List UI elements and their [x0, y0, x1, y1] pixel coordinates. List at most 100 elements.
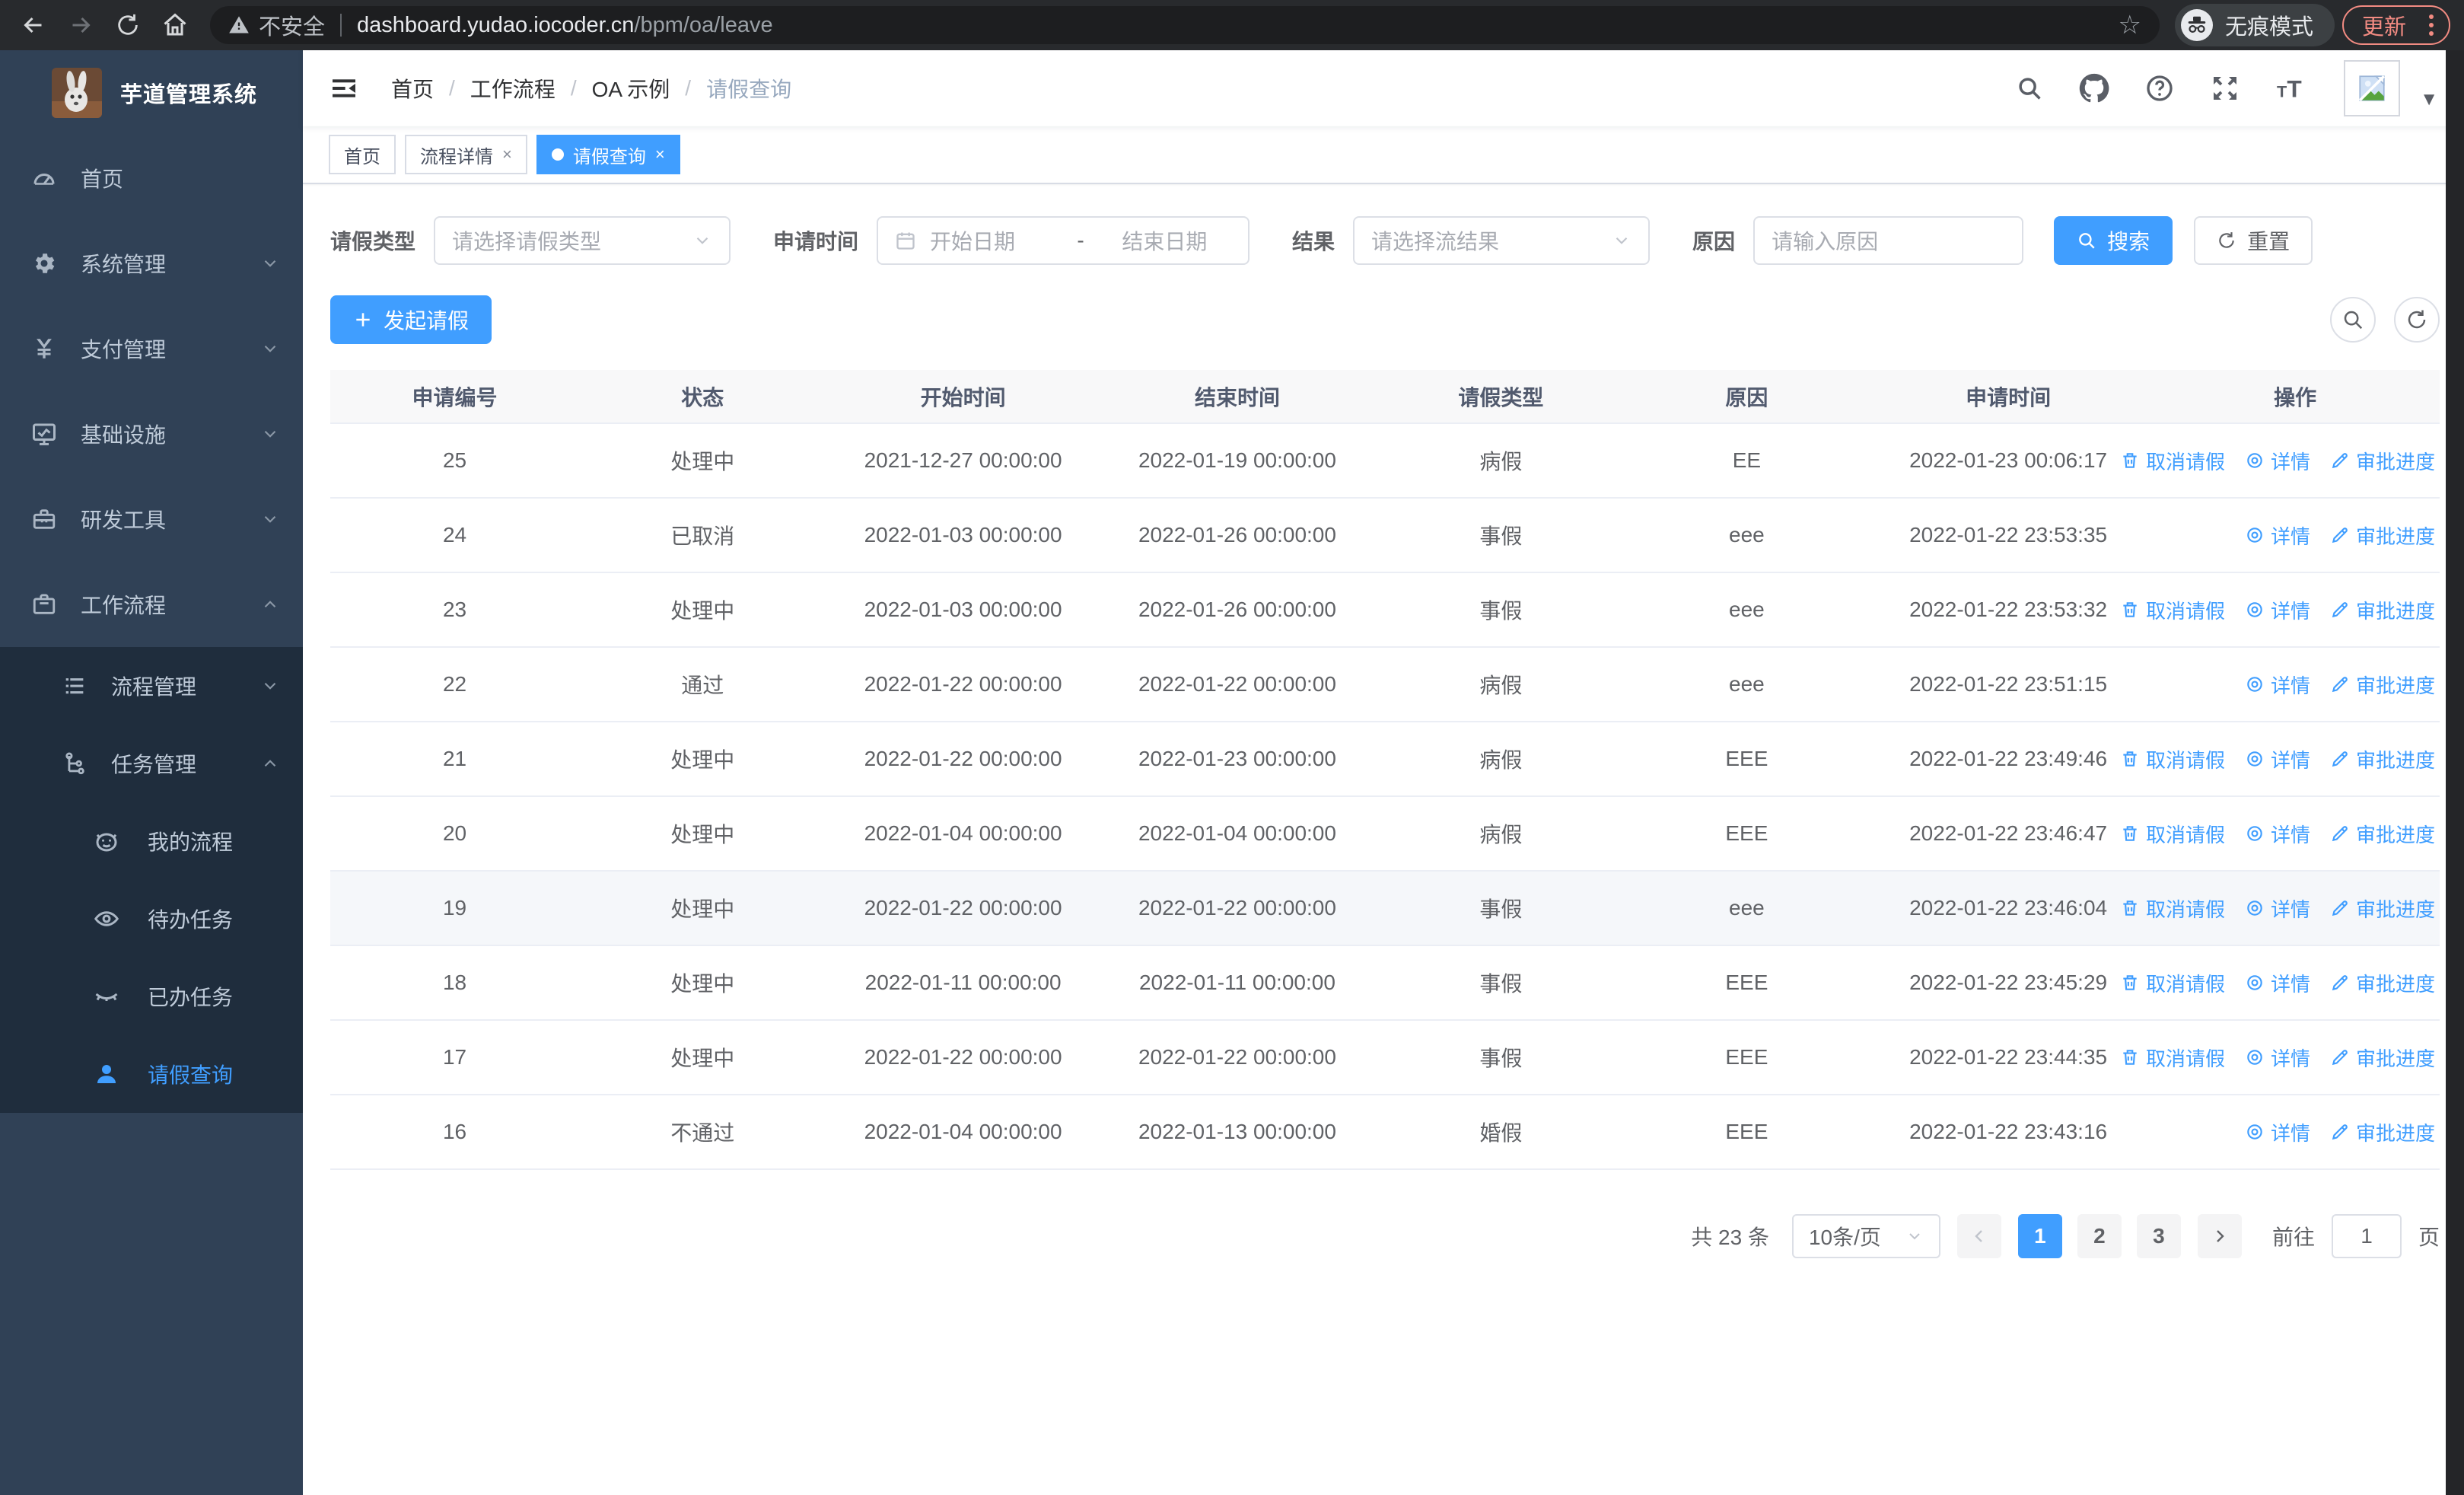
leave-type-select[interactable]: 请选择请假类型 [434, 216, 731, 265]
security-status[interactable]: 不安全 [228, 9, 325, 41]
trash-icon [2120, 451, 2140, 470]
cancel-action-link[interactable]: 取消请假 [2120, 820, 2225, 848]
back-icon[interactable] [14, 5, 53, 45]
detail-action-link[interactable]: 详情 [2245, 969, 2310, 997]
toggle-search-button[interactable] [2330, 297, 2376, 343]
progress-action-link[interactable]: 审批进度 [2330, 521, 2435, 550]
cancel-action-link[interactable]: 取消请假 [2120, 745, 2225, 773]
progress-action-link[interactable]: 审批进度 [2330, 969, 2435, 997]
page-button-2[interactable]: 2 [2077, 1214, 2122, 1258]
cancel-action-link[interactable]: 取消请假 [2120, 596, 2225, 624]
sidebar-item-工作流程[interactable]: 工作流程 [0, 562, 303, 647]
sidebar-item-label: 已办任务 [148, 986, 234, 1009]
sidebar-item-已办任务[interactable]: 已办任务 [0, 958, 303, 1035]
reason-input[interactable]: 请输入原因 [1753, 216, 2024, 265]
sidebar-item-我的流程[interactable]: 我的流程 [0, 802, 303, 880]
page-size-select[interactable]: 10条/页 [1791, 1214, 1940, 1258]
cancel-action-link[interactable]: 取消请假 [2120, 969, 2225, 997]
detail-action-link[interactable]: 详情 [2245, 745, 2310, 773]
avatar[interactable] [2344, 60, 2401, 116]
tab-流程详情[interactable]: 流程详情 × [405, 135, 527, 174]
column-header-请假类型: 请假类型 [1374, 370, 1628, 424]
update-button[interactable]: 更新 [2341, 5, 2450, 45]
cell-status: 通过 [579, 647, 826, 722]
sidebar-item-流程管理[interactable]: 流程管理 [0, 647, 303, 725]
detail-action-link[interactable]: 详情 [2245, 1044, 2310, 1072]
pagination-total: 共 23 条 [1691, 1226, 1769, 1249]
detail-action-link[interactable]: 详情 [2245, 447, 2310, 475]
detail-action-link[interactable]: 详情 [2245, 596, 2310, 624]
sidebar-item-label: 任务管理 [111, 753, 197, 776]
font-size-icon[interactable]: TT [2275, 73, 2309, 104]
page-button-3[interactable]: 3 [2136, 1214, 2181, 1258]
menu-dots-icon[interactable] [2421, 14, 2441, 36]
search-button[interactable]: 搜索 [2054, 216, 2173, 265]
sidebar-item-请假查询[interactable]: 请假查询 [0, 1035, 303, 1113]
cancel-action-link[interactable]: 取消请假 [2120, 1044, 2225, 1072]
breadcrumb-item[interactable]: 首页 [391, 73, 434, 104]
breadcrumb-separator: / [685, 76, 692, 100]
detail-action-link[interactable]: 详情 [2245, 820, 2310, 848]
edit-icon [2330, 451, 2350, 470]
edit-icon [2330, 824, 2350, 843]
cell-id: 21 [330, 722, 580, 797]
breadcrumb-item[interactable]: OA 示例 [592, 73, 670, 104]
sidebar-toggle-icon[interactable] [329, 73, 359, 104]
row-actions: 详情 审批进度 [2150, 521, 2440, 550]
cell-start: 2021-12-27 00:00:00 [826, 423, 1100, 499]
cell-start: 2022-01-11 00:00:00 [826, 945, 1100, 1021]
progress-action-link[interactable]: 审批进度 [2330, 745, 2435, 773]
chevron-down-icon [260, 676, 280, 696]
close-icon[interactable]: × [655, 145, 665, 164]
sidebar-item-支付管理[interactable]: 支付管理 [0, 306, 303, 391]
detail-action-link[interactable]: 详情 [2245, 671, 2310, 699]
app-logo[interactable]: 芋道管理系统 [0, 50, 303, 135]
sidebar-item-研发工具[interactable]: 研发工具 [0, 477, 303, 562]
progress-action-link[interactable]: 审批进度 [2330, 596, 2435, 624]
sidebar-item-任务管理[interactable]: 任务管理 [0, 725, 303, 802]
result-select[interactable]: 请选择流结果 [1353, 216, 1651, 265]
cancel-action-link[interactable]: 取消请假 [2120, 894, 2225, 923]
progress-action-link[interactable]: 审批进度 [2330, 447, 2435, 475]
table-row: 20 处理中 2022-01-04 00:00:00 2022-01-04 00:00… [330, 796, 2440, 872]
help-icon[interactable] [2144, 73, 2175, 104]
trash-icon [2120, 973, 2140, 993]
detail-action-link[interactable]: 详情 [2245, 1118, 2310, 1146]
sidebar-item-首页[interactable]: 首页 [0, 135, 303, 221]
reload-icon[interactable] [108, 5, 148, 45]
cancel-action-link[interactable]: 取消请假 [2120, 447, 2225, 475]
browser-scrollbar[interactable] [2446, 50, 2464, 1495]
close-icon[interactable]: × [502, 145, 512, 164]
avatar-dropdown-icon[interactable]: ▼ [2420, 89, 2438, 110]
forward-icon[interactable] [61, 5, 100, 45]
page-button-1[interactable]: 1 [2017, 1214, 2062, 1258]
tab-首页[interactable]: 首页 [329, 135, 396, 174]
detail-action-link[interactable]: 详情 [2245, 521, 2310, 550]
sidebar-menu: 首页 系统管理 支付管理 基础设施 研发工具 工作流程 流程管理任务管理我的流程 待办任务已办… [0, 135, 303, 1113]
sidebar-item-系统管理[interactable]: 系统管理 [0, 221, 303, 306]
breadcrumb-item[interactable]: 工作流程 [470, 73, 556, 104]
bookmark-star-icon[interactable]: ☆ [2118, 10, 2141, 40]
next-page-button[interactable] [2197, 1214, 2242, 1258]
home-icon[interactable] [155, 5, 195, 45]
progress-action-link[interactable]: 审批进度 [2330, 1044, 2435, 1072]
progress-action-link[interactable]: 审批进度 [2330, 894, 2435, 923]
reset-button[interactable]: 重置 [2194, 216, 2313, 265]
goto-page-input[interactable] [2331, 1214, 2402, 1258]
progress-action-link[interactable]: 审批进度 [2330, 671, 2435, 699]
fullscreen-icon[interactable] [2210, 73, 2240, 104]
edit-icon [2330, 525, 2350, 545]
progress-action-link[interactable]: 审批进度 [2330, 820, 2435, 848]
sidebar-item-基础设施[interactable]: 基础设施 [0, 391, 303, 477]
progress-action-link[interactable]: 审批进度 [2330, 1118, 2435, 1146]
apply-time-range-picker[interactable]: 开始日期 - 结束日期 [877, 216, 1250, 265]
create-leave-button[interactable]: 发起请假 [330, 295, 492, 344]
github-icon[interactable] [2079, 73, 2109, 104]
address-bar[interactable]: 不安全 dashboard.yudao.iocoder.cn/bpm/oa/le… [210, 6, 2160, 44]
search-icon[interactable] [2015, 74, 2044, 103]
sidebar-item-待办任务[interactable]: 待办任务 [0, 880, 303, 958]
detail-action-link[interactable]: 详情 [2245, 894, 2310, 923]
tab-请假查询[interactable]: 请假查询 × [536, 135, 680, 174]
prev-page-button[interactable] [1956, 1214, 2001, 1258]
refresh-table-button[interactable] [2394, 297, 2440, 343]
